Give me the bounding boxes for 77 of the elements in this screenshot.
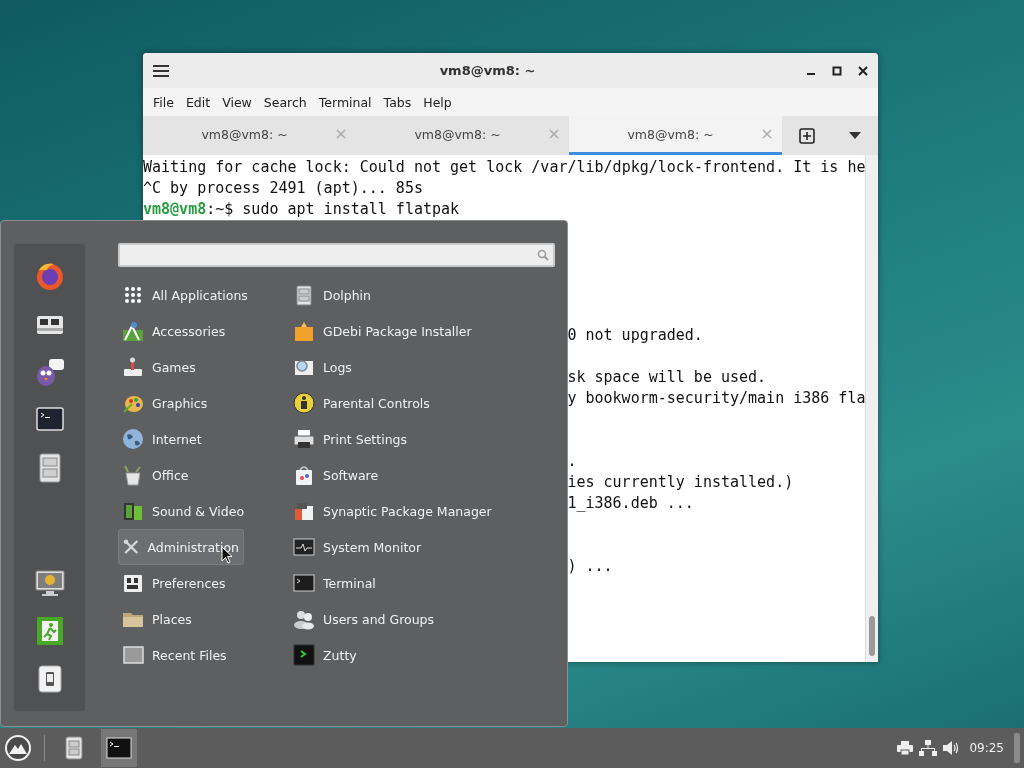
app-item[interactable]: Dolphin xyxy=(289,277,496,313)
window-title: vm8@vm8: ~ xyxy=(438,63,537,78)
close-icon[interactable] xyxy=(858,65,868,76)
film-icon xyxy=(122,500,144,522)
category-item[interactable]: Sound & Video xyxy=(118,493,289,529)
terminal-line: ) ... xyxy=(567,557,613,575)
category-item[interactable]: Places xyxy=(118,601,289,637)
terminal-command: :~$ sudo apt install flatpak xyxy=(206,200,460,218)
volume-icon[interactable] xyxy=(943,741,960,755)
terminal-line: Waiting for cache lock: Could not get lock /var/lib/dpkg/lock-frontend. It is he xyxy=(143,157,865,178)
menu-item[interactable]: Edit xyxy=(179,94,217,110)
paint-pot-icon xyxy=(122,464,144,486)
terminal-icon xyxy=(293,644,315,666)
menu-item[interactable]: View xyxy=(216,94,258,110)
terminal-icon xyxy=(106,735,132,761)
category-item[interactable]: All Applications xyxy=(118,277,289,313)
panel-icon xyxy=(122,572,144,594)
terminal-icon xyxy=(293,572,315,594)
category-item[interactable]: Accessories xyxy=(118,313,289,349)
window-icon xyxy=(122,644,144,666)
menu-item[interactable]: Tabs xyxy=(377,94,418,110)
clock[interactable]: 09:25 xyxy=(969,741,1004,755)
search-field[interactable] xyxy=(118,243,555,267)
app-item[interactable]: Synaptic Package Manager xyxy=(289,493,496,529)
grid-icon xyxy=(122,284,144,306)
category-item[interactable]: Internet xyxy=(118,421,289,457)
package-icon xyxy=(293,320,315,342)
bag-icon xyxy=(293,464,315,486)
app-item[interactable]: System Monitor xyxy=(289,529,496,565)
terminal-line: 0 not upgraded. xyxy=(567,326,703,344)
menu-item[interactable]: File xyxy=(147,94,180,110)
category-item[interactable]: Office xyxy=(118,457,289,493)
game-icon xyxy=(122,356,144,378)
category-item[interactable]: Administration xyxy=(118,529,244,565)
app-item[interactable]: Users and Groups xyxy=(289,601,496,637)
terminal-line: 1_i386.deb ... xyxy=(567,494,694,512)
panel-handle[interactable] xyxy=(1014,733,1020,763)
new-tab-icon[interactable] xyxy=(799,127,815,144)
category-item[interactable]: Preferences xyxy=(118,565,289,601)
menu-item[interactable]: Help xyxy=(417,94,458,110)
terminal-line: sk space will be used. xyxy=(567,368,767,386)
printer-icon xyxy=(293,428,315,450)
app-item[interactable]: Software xyxy=(289,457,496,493)
app-item[interactable]: Terminal xyxy=(289,565,496,601)
maximize-icon[interactable] xyxy=(832,65,842,76)
app-item[interactable]: Zutty xyxy=(289,637,496,673)
terminal-line: y bookworm-security/main i386 fla xyxy=(567,389,865,407)
terminal-line: . xyxy=(567,452,577,470)
taskbar-button[interactable] xyxy=(101,729,137,767)
scrollbar[interactable] xyxy=(865,155,878,662)
cabinet-icon xyxy=(293,284,315,306)
start-icon[interactable] xyxy=(4,734,32,762)
lock-screen-icon[interactable] xyxy=(33,567,66,599)
terminal-line: ies currently installed.) xyxy=(567,473,794,491)
terminal-line: ^C by process 2491 (apt)... 85s xyxy=(143,178,424,199)
category-item[interactable]: Recent Files xyxy=(118,637,289,673)
printer-icon[interactable] xyxy=(897,741,914,755)
monitor-icon xyxy=(293,536,315,558)
terminal-tab[interactable]: vm8@vm8: ~ xyxy=(143,116,356,155)
terminal-tab[interactable]: vm8@vm8: ~ xyxy=(569,116,782,155)
app-item[interactable]: Parental Controls xyxy=(289,385,496,421)
users-icon xyxy=(293,608,315,630)
app-item[interactable]: Logs xyxy=(289,349,496,385)
prompt-user: vm8@vm8 xyxy=(143,200,207,218)
menu-item[interactable]: Search xyxy=(257,94,313,110)
app-item[interactable]: Print Settings xyxy=(289,421,496,457)
terminal-tab[interactable]: vm8@vm8: ~ xyxy=(356,116,569,155)
category-item[interactable]: Games xyxy=(118,349,289,385)
globe-icon xyxy=(122,428,144,450)
package-icon xyxy=(293,500,315,522)
dropdown-icon[interactable] xyxy=(849,132,861,139)
menu-item[interactable]: Terminal xyxy=(312,94,378,110)
menu-icon[interactable] xyxy=(153,63,169,78)
app-item[interactable]: GDebi Package Installer xyxy=(289,313,496,349)
scrollbar-thumb[interactable] xyxy=(869,616,875,656)
category-item[interactable]: Graphics xyxy=(118,385,289,421)
network-icon[interactable] xyxy=(919,740,938,756)
